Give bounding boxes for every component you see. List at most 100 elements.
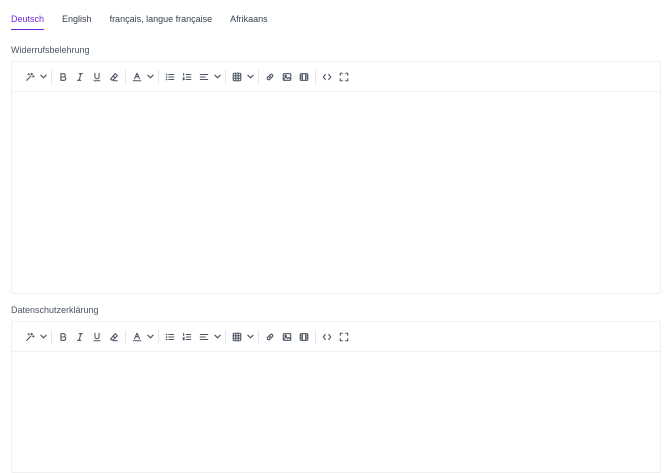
chevron-down-icon (39, 74, 47, 79)
bullet-list-button[interactable] (161, 328, 178, 346)
fullscreen-button[interactable] (335, 328, 352, 346)
link-button[interactable] (261, 328, 278, 346)
tab-deutsch[interactable]: Deutsch (11, 14, 45, 30)
style-dropdown-toggle[interactable] (38, 68, 48, 86)
editor-datenschutzerklaerung (11, 321, 661, 473)
numbered-list-button[interactable] (178, 328, 195, 346)
table-dropdown-toggle[interactable] (245, 68, 255, 86)
image-icon (282, 72, 291, 81)
underline-button[interactable] (88, 328, 105, 346)
tab-francais[interactable]: français, langue française (110, 14, 213, 30)
video-icon (299, 72, 308, 81)
magic-wand-button[interactable] (21, 68, 38, 86)
align-button[interactable] (195, 68, 212, 86)
font-color-icon (132, 332, 141, 341)
font-color-button[interactable] (128, 328, 145, 346)
field-label-datenschutzerklaerung: Datenschutzerklärung (11, 305, 99, 315)
toolbar-group-format (51, 326, 125, 348)
font-color-button[interactable] (128, 68, 145, 86)
align-icon (199, 333, 208, 340)
link-button[interactable] (261, 68, 278, 86)
italic-button[interactable] (71, 328, 88, 346)
toolbar-group-lists (158, 66, 225, 88)
editor-toolbar (12, 322, 660, 352)
italic-icon (76, 332, 83, 341)
code-view-icon (322, 73, 331, 80)
underline-icon (93, 332, 100, 341)
underline-icon (93, 72, 100, 81)
underline-button[interactable] (88, 68, 105, 86)
image-button[interactable] (278, 68, 295, 86)
language-tabs: Deutsch English français, langue françai… (11, 14, 286, 30)
numbered-list-button[interactable] (178, 68, 195, 86)
tab-afrikaans[interactable]: Afrikaans (230, 14, 268, 30)
toolbar-group-insert (258, 66, 315, 88)
image-icon (282, 332, 291, 341)
clear-format-button[interactable] (105, 328, 122, 346)
magic-wand-icon (25, 332, 35, 341)
table-button[interactable] (228, 328, 245, 346)
style-dropdown-toggle[interactable] (38, 328, 48, 346)
eraser-icon (109, 72, 118, 81)
table-button[interactable] (228, 68, 245, 86)
magic-wand-icon (25, 72, 35, 81)
video-button[interactable] (295, 68, 312, 86)
align-button[interactable] (195, 328, 212, 346)
bold-button[interactable] (54, 328, 71, 346)
code-view-button[interactable] (318, 328, 335, 346)
video-button[interactable] (295, 328, 312, 346)
italic-icon (76, 72, 83, 81)
editor-widerrufsbelehrung (11, 61, 661, 294)
chevron-down-icon (146, 74, 154, 79)
bullet-list-icon (165, 333, 174, 340)
bullet-list-button[interactable] (161, 68, 178, 86)
fullscreen-button[interactable] (335, 68, 352, 86)
editor-content-area[interactable] (12, 352, 660, 471)
toolbar-group-color (125, 66, 158, 88)
toolbar-group-table (225, 326, 258, 348)
font-color-icon (132, 72, 141, 81)
toolbar-group-lists (158, 326, 225, 348)
table-dropdown-toggle[interactable] (245, 328, 255, 346)
toolbar-group-color (125, 326, 158, 348)
italic-button[interactable] (71, 68, 88, 86)
table-icon (232, 332, 241, 341)
bold-button[interactable] (54, 68, 71, 86)
fullscreen-icon (339, 332, 348, 341)
chevron-down-icon (213, 334, 221, 339)
code-view-button[interactable] (318, 68, 335, 86)
align-icon (199, 73, 208, 80)
toolbar-group-style (18, 66, 51, 88)
align-dropdown-toggle[interactable] (212, 68, 222, 86)
link-icon (266, 73, 273, 80)
table-icon (232, 72, 241, 81)
chevron-down-icon (39, 334, 47, 339)
toolbar-group-insert (258, 326, 315, 348)
chevron-down-icon (246, 74, 254, 79)
toolbar-group-format (51, 66, 125, 88)
video-icon (299, 332, 308, 341)
toolbar-group-view (315, 326, 355, 348)
chevron-down-icon (213, 74, 221, 79)
link-icon (266, 333, 273, 340)
toolbar-group-view (315, 66, 355, 88)
fullscreen-icon (339, 72, 348, 81)
font-color-dropdown-toggle[interactable] (145, 328, 155, 346)
numbered-list-icon (182, 332, 191, 340)
eraser-icon (109, 332, 118, 341)
image-button[interactable] (278, 328, 295, 346)
chevron-down-icon (146, 334, 154, 339)
toolbar-group-table (225, 66, 258, 88)
bullet-list-icon (165, 73, 174, 80)
field-label-widerrufsbelehrung: Widerrufsbelehrung (11, 45, 90, 55)
magic-wand-button[interactable] (21, 328, 38, 346)
editor-toolbar (12, 62, 660, 92)
align-dropdown-toggle[interactable] (212, 328, 222, 346)
bold-icon (59, 332, 66, 341)
tab-english[interactable]: English (62, 14, 92, 30)
toolbar-group-style (18, 326, 51, 348)
font-color-dropdown-toggle[interactable] (145, 68, 155, 86)
numbered-list-icon (182, 72, 191, 80)
editor-content-area[interactable] (12, 92, 660, 292)
clear-format-button[interactable] (105, 68, 122, 86)
